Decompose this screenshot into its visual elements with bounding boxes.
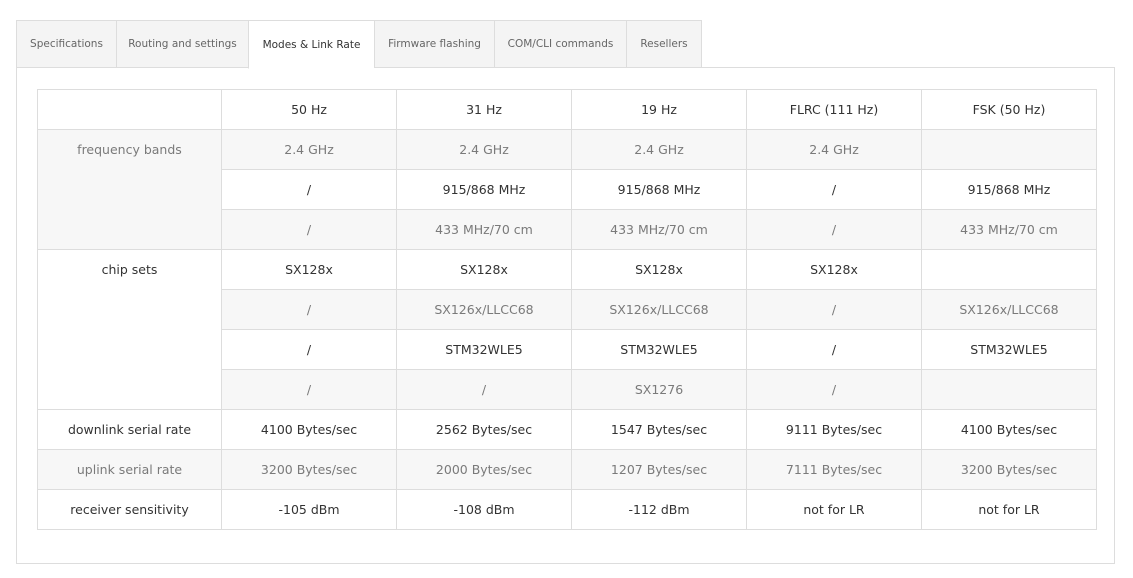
table-cell: / [221,289,397,330]
column-header: FLRC (111 Hz) [746,89,922,130]
row-label-uplink-serial-rate: uplink serial rate [37,449,222,490]
tab-bar: Specifications Routing and settings Mode… [16,20,702,69]
table-cell: / [221,329,397,370]
table-cell: 2.4 GHz [396,129,572,170]
table-cell: 9111 Bytes/sec [746,409,922,450]
table-cell: 1547 Bytes/sec [571,409,747,450]
column-header: FSK (50 Hz) [921,89,1097,130]
table-cell: STM32WLE5 [921,329,1097,370]
table-corner-cell [37,89,222,130]
table-cell: 2.4 GHz [221,129,397,170]
table-cell: 433 MHz/70 cm [396,209,572,250]
table-cell: not for LR [921,489,1097,530]
table-header-row: 50 Hz 31 Hz 19 Hz FLRC (111 Hz) FSK (50 … [37,89,1097,130]
tab-firmware-flashing[interactable]: Firmware flashing [374,20,494,68]
table-cell: / [746,169,922,210]
table-cell: SX126x/LLCC68 [571,289,747,330]
table-cell: / [746,209,922,250]
table-cell: SX128x [221,249,397,290]
table-cell: 2.4 GHz [746,129,922,170]
table-cell: / [396,369,572,410]
tab-modes-link-rate[interactable]: Modes & Link Rate [248,20,374,69]
table-cell [921,369,1097,410]
table-cell: not for LR [746,489,922,530]
table-cell: SX126x/LLCC68 [396,289,572,330]
table-cell: 7111 Bytes/sec [746,449,922,490]
tab-specifications[interactable]: Specifications [16,20,116,68]
tab-routing-and-settings[interactable]: Routing and settings [116,20,248,68]
column-header: 19 Hz [571,89,747,130]
table-cell: 915/868 MHz [921,169,1097,210]
row-label-downlink-serial-rate: downlink serial rate [37,409,222,450]
table-cell: / [221,169,397,210]
table-row: frequency bands 2.4 GHz 2.4 GHz 2.4 GHz … [37,129,1097,250]
table-row: uplink serial rate 3200 Bytes/sec 2000 B… [37,449,1097,490]
column-header: 50 Hz [221,89,397,130]
table-cell: 915/868 MHz [396,169,572,210]
table-cell: 2.4 GHz [571,129,747,170]
table-cell: -108 dBm [396,489,572,530]
table-cell: -112 dBm [571,489,747,530]
table-cell: 2000 Bytes/sec [396,449,572,490]
table-cell: STM32WLE5 [571,329,747,370]
table-cell: SX128x [396,249,572,290]
table-row: receiver sensitivity -105 dBm -108 dBm -… [37,489,1097,530]
table-cell: SX126x/LLCC68 [921,289,1097,330]
table-row: downlink serial rate 4100 Bytes/sec 2562… [37,409,1097,450]
table-cell: 3200 Bytes/sec [221,449,397,490]
tab-resellers[interactable]: Resellers [626,20,702,68]
row-label-chip-sets: chip sets [37,249,222,410]
table-cell: 433 MHz/70 cm [571,209,747,250]
tab-panel-modes-link-rate: 50 Hz 31 Hz 19 Hz FLRC (111 Hz) FSK (50 … [16,67,1115,564]
table-cell: STM32WLE5 [396,329,572,370]
table-cell: SX128x [746,249,922,290]
row-label-frequency-bands: frequency bands [37,129,222,250]
table-cell: 915/868 MHz [571,169,747,210]
table-cell: SX128x [571,249,747,290]
table-cell: 2562 Bytes/sec [396,409,572,450]
table-cell: / [221,369,397,410]
column-header: 31 Hz [396,89,572,130]
table-cell [921,129,1097,170]
table-cell: 4100 Bytes/sec [921,409,1097,450]
table-cell: SX1276 [571,369,747,410]
table-cell: -105 dBm [221,489,397,530]
modes-link-rate-table: 50 Hz 31 Hz 19 Hz FLRC (111 Hz) FSK (50 … [37,89,1097,530]
table-cell: 1207 Bytes/sec [571,449,747,490]
table-row: chip sets SX128x SX128x SX128x SX128x [37,249,1097,410]
table-cell: / [746,329,922,370]
row-label-receiver-sensitivity: receiver sensitivity [37,489,222,530]
table-cell: 4100 Bytes/sec [221,409,397,450]
table-cell: 3200 Bytes/sec [921,449,1097,490]
table-cell: / [746,369,922,410]
tab-com-cli-commands[interactable]: COM/CLI commands [494,20,626,68]
table-cell: / [221,209,397,250]
table-cell: 433 MHz/70 cm [921,209,1097,250]
table-cell [921,249,1097,290]
table-cell: / [746,289,922,330]
